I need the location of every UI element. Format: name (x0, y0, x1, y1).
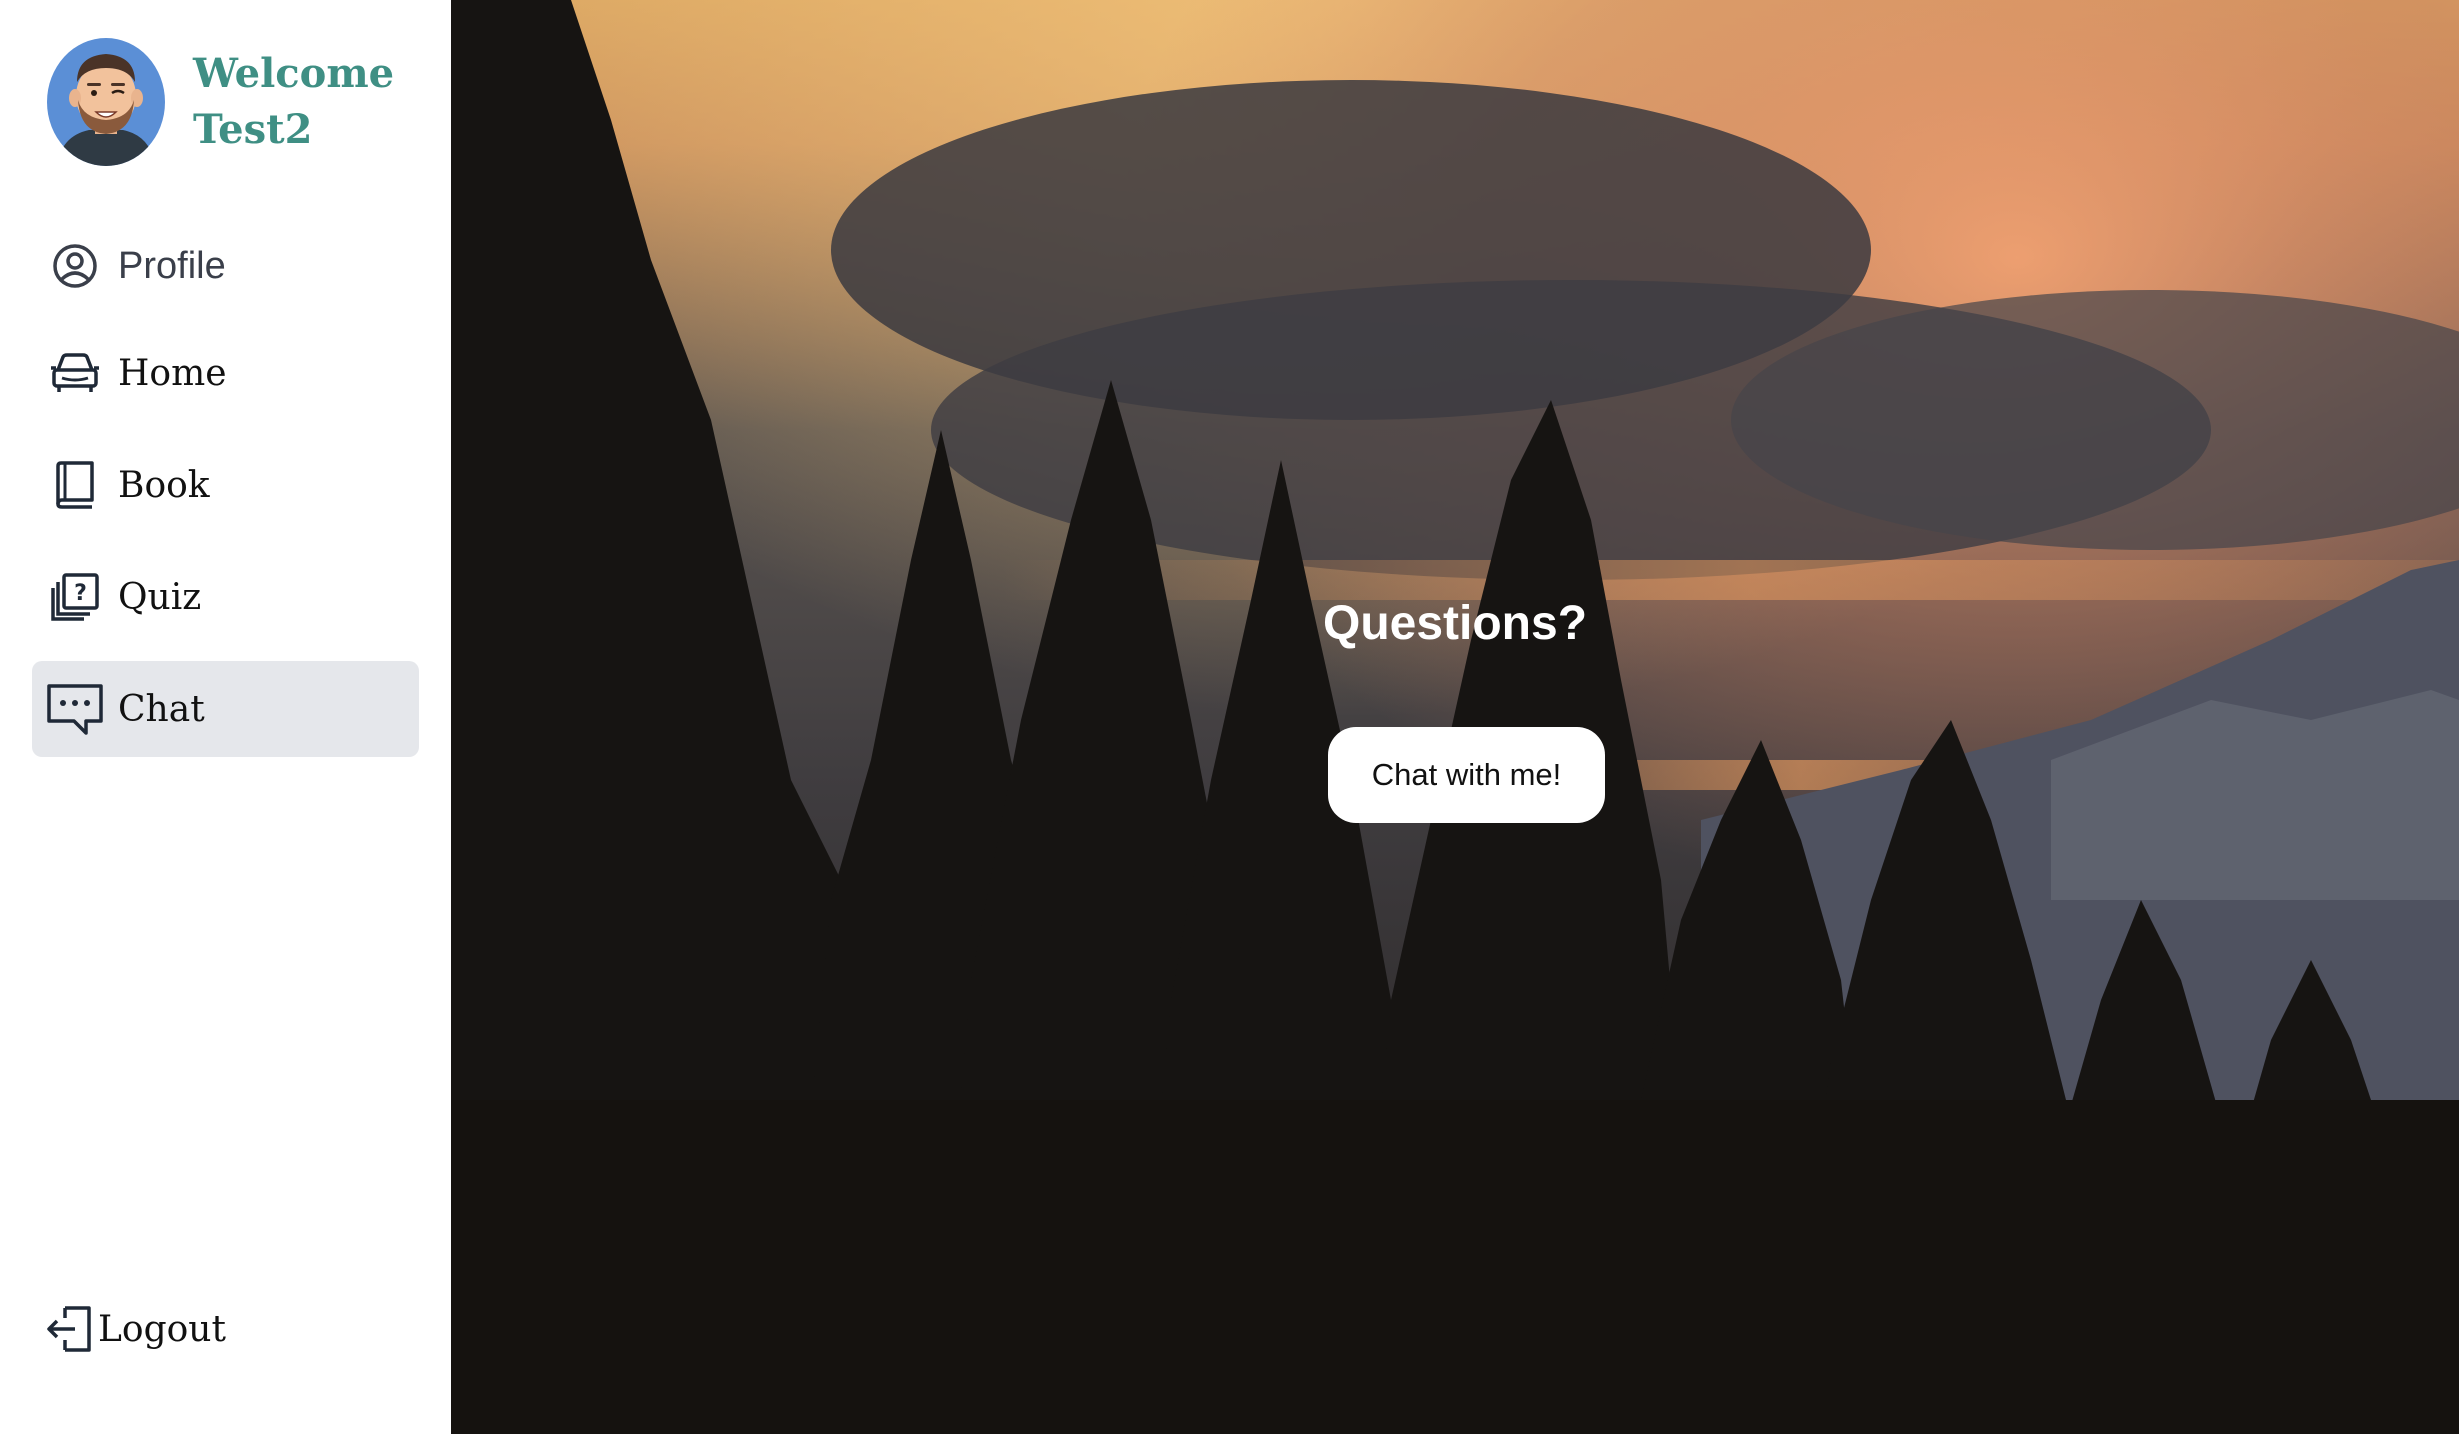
sidebar-item-quiz[interactable]: ? Quiz (32, 549, 419, 645)
avatar-icon (47, 38, 165, 166)
user-name: Test2 (193, 106, 313, 153)
car-icon (46, 344, 104, 402)
sidebar-item-chat[interactable]: Chat (32, 661, 419, 757)
logout-button[interactable]: Logout (36, 1281, 256, 1377)
quiz-question-icon: ? (46, 568, 104, 626)
logout-label: Logout (98, 1308, 226, 1350)
chat-bubble-icon (46, 680, 104, 738)
sidebar-item-label: Home (118, 352, 227, 394)
hero-title: Questions? (1322, 597, 1588, 650)
avatar[interactable] (47, 38, 165, 166)
sidebar: Welcome Test2 Profile Home Book ? Quiz C… (0, 0, 451, 1434)
hero-section: Questions? Chat with me! (451, 0, 2459, 1434)
sidebar-item-book[interactable]: Book (32, 437, 419, 533)
landscape-background-image (451, 0, 2459, 1434)
app: Welcome Test2 Profile Home Book ? Quiz C… (0, 0, 2459, 1434)
welcome-text: Welcome Test2 (193, 46, 394, 158)
sidebar-item-label: Book (118, 464, 210, 506)
sidebar-item-profile[interactable]: Profile (32, 218, 419, 314)
book-icon (46, 456, 104, 514)
user-circle-icon (46, 237, 104, 295)
welcome-line: Welcome (193, 50, 395, 97)
sidebar-item-label: Profile (118, 244, 226, 287)
user-block: Welcome Test2 (47, 38, 394, 166)
sidebar-item-home[interactable]: Home (32, 325, 419, 421)
sidebar-item-label: Chat (118, 688, 205, 730)
svg-text:?: ? (74, 581, 87, 606)
sidebar-item-label: Quiz (118, 576, 202, 618)
chat-with-me-button[interactable]: Chat with me! (1328, 727, 1605, 823)
logout-icon (44, 1300, 94, 1358)
